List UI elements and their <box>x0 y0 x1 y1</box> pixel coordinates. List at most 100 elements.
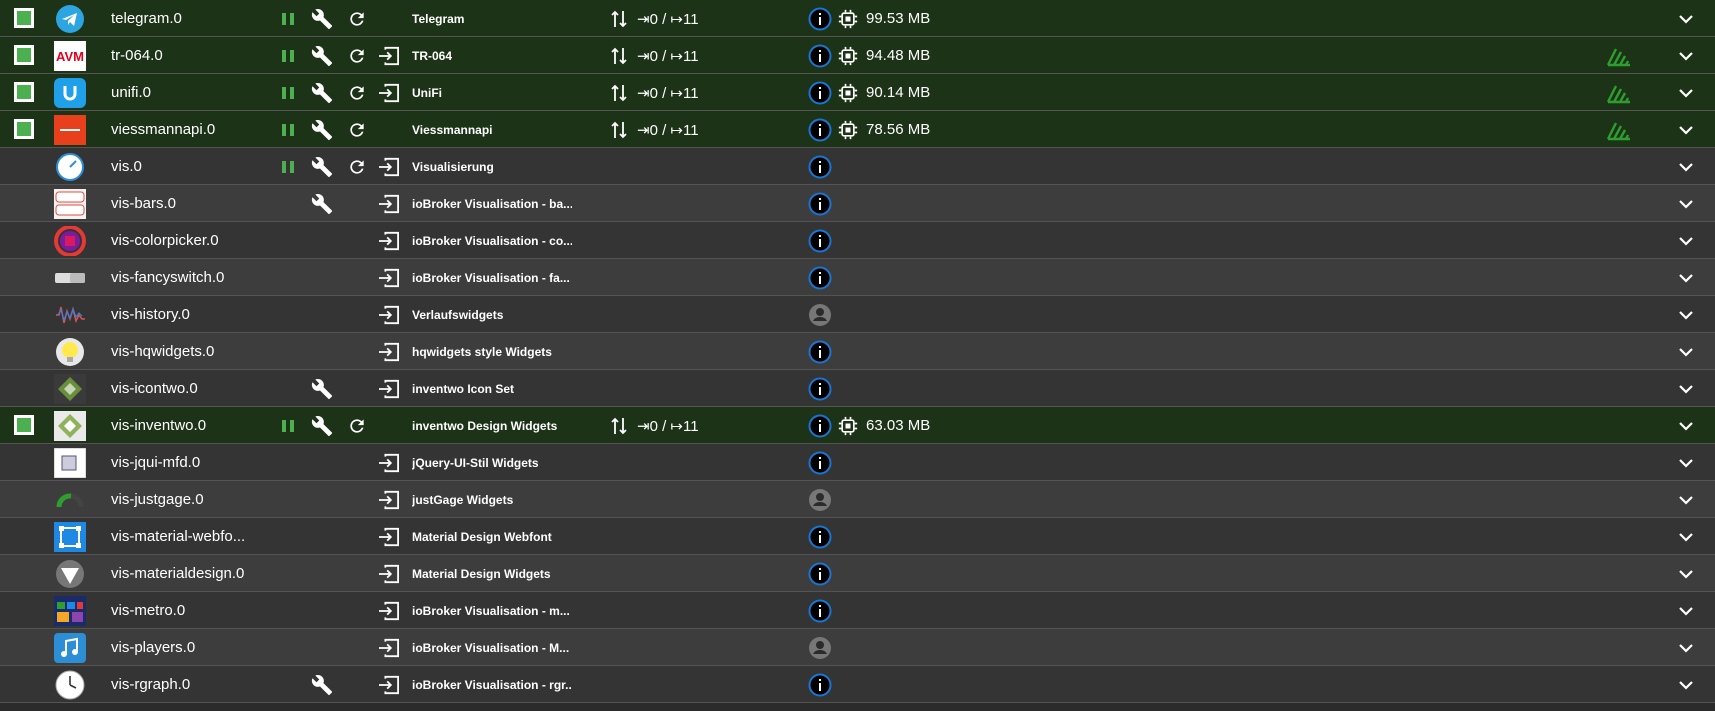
expand-chevron-icon[interactable] <box>1678 666 1694 703</box>
expand-chevron-icon[interactable] <box>1678 296 1694 333</box>
info-icon[interactable] <box>808 111 832 148</box>
expand-chevron-icon[interactable] <box>1678 481 1694 518</box>
enter-icon[interactable] <box>378 481 400 518</box>
enter-icon[interactable] <box>378 370 400 407</box>
enable-checkbox[interactable] <box>14 8 34 28</box>
instance-row[interactable]: unifi.0 UniFi ⇥0 / ↦11 90.14 MB <box>0 74 1715 111</box>
info-icon[interactable] <box>808 333 832 370</box>
enter-icon[interactable] <box>378 222 400 259</box>
enter-icon[interactable] <box>378 296 400 333</box>
user-icon[interactable] <box>808 481 832 518</box>
info-icon[interactable] <box>808 148 832 185</box>
info-icon[interactable] <box>808 444 832 481</box>
wrench-icon[interactable] <box>311 370 333 407</box>
expand-chevron-icon[interactable] <box>1678 111 1694 148</box>
pause-icon[interactable] <box>281 74 295 111</box>
user-icon[interactable] <box>808 296 832 333</box>
wrench-icon[interactable] <box>311 74 333 111</box>
instance-row[interactable]: vis-justgage.0 justGage Widgets <box>0 481 1715 518</box>
expand-chevron-icon[interactable] <box>1678 518 1694 555</box>
expand-chevron-icon[interactable] <box>1678 592 1694 629</box>
enter-icon[interactable] <box>378 629 400 666</box>
info-icon[interactable] <box>808 259 832 296</box>
instance-row[interactable]: vis-rgraph.0 ioBroker Visualisation - rgr… <box>0 666 1715 703</box>
enter-icon[interactable] <box>378 444 400 481</box>
enter-icon[interactable] <box>378 185 400 222</box>
instance-row[interactable]: vis-colorpicker.0 ioBroker Visualisation … <box>0 222 1715 259</box>
expand-chevron-icon[interactable] <box>1678 444 1694 481</box>
instance-row[interactable]: vis-icontwo.0 inventwo Icon Set <box>0 370 1715 407</box>
expand-chevron-icon[interactable] <box>1678 185 1694 222</box>
info-icon[interactable] <box>808 407 832 444</box>
info-icon[interactable] <box>808 555 832 592</box>
wrench-icon[interactable] <box>311 111 333 148</box>
expand-chevron-icon[interactable] <box>1678 407 1694 444</box>
enter-icon[interactable] <box>378 259 400 296</box>
user-icon[interactable] <box>808 629 832 666</box>
info-icon[interactable] <box>808 666 832 703</box>
wrench-icon[interactable] <box>311 185 333 222</box>
instance-row[interactable]: vis-jqui-mfd.0 jQuery-UI-Stil Widgets <box>0 444 1715 481</box>
wrench-icon[interactable] <box>311 148 333 185</box>
enter-icon[interactable] <box>378 555 400 592</box>
expand-chevron-icon[interactable] <box>1678 629 1694 666</box>
enable-checkbox[interactable] <box>14 45 34 65</box>
instance-row[interactable]: vis-materialdesign.0 Material Design Widg… <box>0 555 1715 592</box>
expand-chevron-icon[interactable] <box>1678 222 1694 259</box>
enable-checkbox[interactable] <box>14 415 34 435</box>
pause-icon[interactable] <box>281 148 295 185</box>
enter-icon[interactable] <box>378 666 400 703</box>
info-icon[interactable] <box>808 592 832 629</box>
reload-icon[interactable] <box>347 111 367 148</box>
wrench-icon[interactable] <box>311 0 333 37</box>
instance-row[interactable]: vis-metro.0 ioBroker Visualisation - m... <box>0 592 1715 629</box>
instance-row[interactable]: viessmannapi.0 Viessmannapi ⇥0 / ↦11 78.56 … <box>0 111 1715 148</box>
enter-icon[interactable] <box>378 148 400 185</box>
pause-icon[interactable] <box>281 0 295 37</box>
enable-checkbox[interactable] <box>14 119 34 139</box>
reload-icon[interactable] <box>347 148 367 185</box>
instance-row[interactable]: AVM tr-064.0 TR-064 ⇥0 / ↦11 94.48 MB <box>0 37 1715 74</box>
instance-row[interactable]: vis-inventwo.0 inventwo Design Widgets ⇥0 … <box>0 407 1715 444</box>
wrench-icon[interactable] <box>311 407 333 444</box>
info-icon[interactable] <box>808 222 832 259</box>
instance-row[interactable]: vis-hqwidgets.0 hqwidgets style Widgets <box>0 333 1715 370</box>
expand-chevron-icon[interactable] <box>1678 37 1694 74</box>
expand-chevron-icon[interactable] <box>1678 333 1694 370</box>
info-icon[interactable] <box>808 37 832 74</box>
reload-icon[interactable] <box>347 0 367 37</box>
wrench-icon[interactable] <box>311 666 333 703</box>
info-icon[interactable] <box>808 0 832 37</box>
expand-chevron-icon[interactable] <box>1678 74 1694 111</box>
instance-row[interactable]: vis-fancyswitch.0 ioBroker Visualisation … <box>0 259 1715 296</box>
instance-row[interactable]: vis-history.0 Verlaufswidgets <box>0 296 1715 333</box>
expand-chevron-icon[interactable] <box>1678 259 1694 296</box>
expand-chevron-icon[interactable] <box>1678 370 1694 407</box>
info-icon[interactable] <box>808 518 832 555</box>
memory-chip-icon <box>838 0 858 37</box>
pause-icon[interactable] <box>281 407 295 444</box>
pause-icon[interactable] <box>281 37 295 74</box>
instance-row[interactable]: vis-players.0 ioBroker Visualisation - M.… <box>0 629 1715 666</box>
enable-checkbox[interactable] <box>14 82 34 102</box>
enter-icon[interactable] <box>378 74 400 111</box>
enter-icon[interactable] <box>378 333 400 370</box>
wrench-icon[interactable] <box>311 37 333 74</box>
enter-icon[interactable] <box>378 518 400 555</box>
instance-row[interactable]: vis-material-webfo... Material Design Web… <box>0 518 1715 555</box>
info-icon[interactable] <box>808 370 832 407</box>
enter-icon[interactable] <box>378 37 400 74</box>
expand-chevron-icon[interactable] <box>1678 0 1694 37</box>
instance-row[interactable]: vis.0 Visualisierung <box>0 148 1715 185</box>
instance-row[interactable]: vis-bars.0 ioBroker Visualisation - ba... <box>0 185 1715 222</box>
reload-icon[interactable] <box>347 74 367 111</box>
pause-icon[interactable] <box>281 111 295 148</box>
reload-icon[interactable] <box>347 37 367 74</box>
expand-chevron-icon[interactable] <box>1678 555 1694 592</box>
info-icon[interactable] <box>808 185 832 222</box>
info-icon[interactable] <box>808 74 832 111</box>
enter-icon[interactable] <box>378 592 400 629</box>
expand-chevron-icon[interactable] <box>1678 148 1694 185</box>
reload-icon[interactable] <box>347 407 367 444</box>
instance-row[interactable]: telegram.0 Telegram ⇥0 / ↦11 99.53 MB <box>0 0 1715 37</box>
